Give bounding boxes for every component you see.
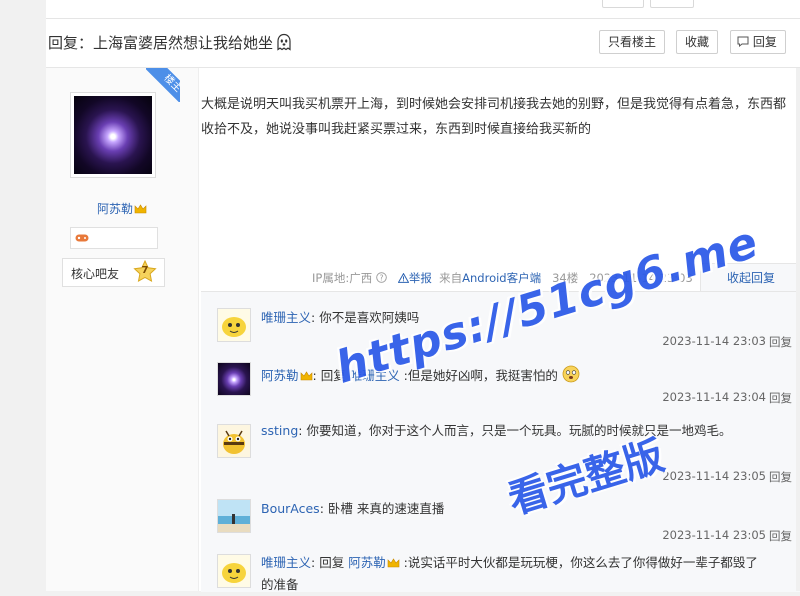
reply-user[interactable]: 阿苏勒 [261, 368, 299, 383]
author-name[interactable]: 阿苏勒 [97, 202, 133, 216]
reply-action-link[interactable]: 回复 [769, 390, 792, 406]
reply-body: ssting: 你要知道，你对于这个人而言，只是一个玩具。玩腻的时候就只是一地鸡… [261, 420, 766, 442]
top-toolbar-remnant [46, 0, 800, 19]
sub-reply: 阿苏勒: 回复 唯珊主义 :但是她好凶啊，我挺害怕的 2023-11-14 23… [201, 362, 800, 422]
forum-title-text: 核心吧友 [71, 267, 120, 281]
top-button-stub[interactable] [602, 0, 644, 8]
thread-title: 回复：上海富婆居然想让我给她坐 [48, 32, 293, 53]
reply-body: 唯珊主义: 回复 阿苏勒 :说实话平时大伙都是玩玩梗，你这么去了你得做好一辈子都… [261, 552, 766, 596]
reply-thread-label: 回复 [752, 35, 777, 49]
reply-user[interactable]: ssting [261, 423, 298, 438]
reply-thread-button[interactable]: 回复 [730, 30, 786, 54]
svg-text:?: ? [379, 273, 383, 282]
sub-reply: BourAces: 卧槽 来真的速速直播 2023-11-14 23:05 回复 [201, 497, 800, 547]
author-panel: 楼主 阿苏勒 核心吧友 7 [46, 68, 199, 591]
beach-avatar-icon [218, 500, 250, 532]
yellow-blob-avatar-icon [218, 555, 250, 587]
sub-reply: ssting: 你要知道，你对于这个人而言，只是一个玩具。玩腻的时候就只是一地鸡… [201, 422, 800, 492]
reply-avatar[interactable] [217, 424, 251, 458]
post-page: 回复：上海富婆居然想让我给她坐 只看楼主 收藏 回复 楼主 阿苏勒 核心吧友 7 [46, 0, 800, 592]
reply-time: 2023-11-14 23:04 [662, 390, 766, 404]
reply-user[interactable]: 唯珊主义 [261, 555, 311, 570]
favorite-button[interactable]: 收藏 [676, 30, 719, 54]
reply-avatar[interactable] [217, 308, 251, 342]
reply-user[interactable]: BourAces [261, 501, 320, 516]
reply-sep: : [319, 501, 328, 516]
game-badge[interactable] [70, 227, 158, 249]
thread-header: 回复：上海富婆居然想让我给她坐 只看楼主 收藏 回复 [46, 19, 800, 68]
ghost-emoji-icon [277, 33, 291, 51]
reply-sep: : [311, 555, 320, 570]
reply-time: 2023-11-14 23:03 [662, 334, 766, 348]
level-star-badge: 7 [133, 260, 157, 284]
comment-icon [737, 36, 749, 48]
gamepad-icon [75, 234, 89, 242]
reply-avatar[interactable] [217, 499, 251, 533]
reply-avatar[interactable] [217, 554, 251, 588]
reply-action-link[interactable]: 回复 [769, 469, 792, 485]
reply-avatar[interactable] [217, 362, 251, 396]
reply-action-link[interactable]: 回复 [769, 528, 792, 544]
reply-text: 卧槽 来真的速速直播 [327, 501, 445, 516]
crown-icon [300, 371, 312, 381]
warning-icon [397, 272, 410, 283]
reply-word: 回复 [319, 555, 349, 570]
reply-sep: : [311, 310, 320, 325]
author-avatar[interactable] [70, 92, 156, 178]
report-link[interactable]: 举报 [409, 271, 432, 285]
source-prefix: 来自 [439, 271, 463, 285]
reply-action-link[interactable]: 回复 [769, 334, 792, 350]
crown-icon [387, 558, 400, 568]
ip-location: IP属地:广西 [312, 271, 373, 285]
thread-title-text: 回复：上海富婆居然想让我给她坐 [48, 34, 274, 52]
yellow-blob-avatar-icon [218, 309, 250, 341]
reply-text: 你要知道，你对于这个人而言，只是一个玩具。玩腻的时候就只是一地鸡毛。 [306, 423, 732, 438]
post-content: 大概是说明天叫我买机票开上海，到时候她会安排司机接我去她的别野，但是我觉得有点着… [201, 97, 787, 137]
reply-time: 2023-11-14 23:05 [662, 528, 766, 542]
reply-to-user[interactable]: 阿苏勒 [348, 555, 386, 570]
scared-face-emoji-icon [562, 365, 580, 383]
forum-title-badge[interactable]: 核心吧友 7 [62, 258, 165, 287]
top-button-stub[interactable] [650, 0, 694, 8]
reply-user[interactable]: 唯珊主义 [261, 310, 311, 325]
bee-avatar-icon [218, 425, 250, 457]
reply-text: :但是她好凶啊，我挺害怕的 [399, 368, 558, 383]
reply-sep: : [312, 368, 321, 383]
only-op-button[interactable]: 只看楼主 [599, 30, 666, 54]
reply-time: 2023-11-14 23:05 [662, 469, 766, 483]
crown-icon [134, 204, 147, 214]
author-name-line[interactable]: 阿苏勒 [46, 200, 198, 217]
level-number: 7 [141, 265, 149, 276]
help-circle-icon[interactable]: ? [376, 272, 387, 283]
sub-reply: 唯珊主义: 回复 阿苏勒 :说实话平时大伙都是玩玩梗，你这么去了你得做好一辈子都… [201, 552, 800, 592]
galaxy-avatar-image [74, 96, 152, 174]
scrollbar[interactable] [796, 68, 800, 591]
